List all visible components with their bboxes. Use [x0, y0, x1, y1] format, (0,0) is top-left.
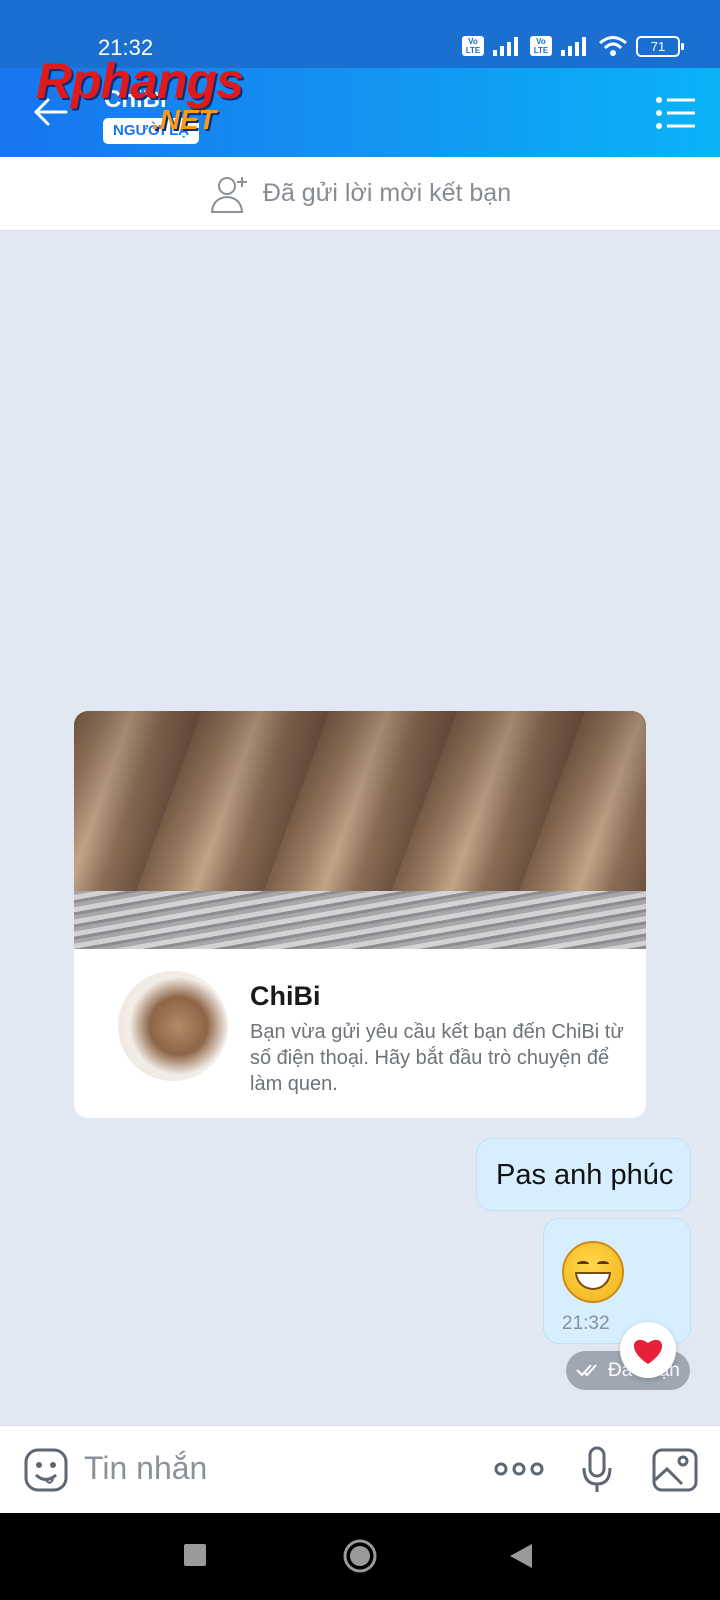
message-text: Pas anh phúc [496, 1159, 674, 1191]
emoji-message-bubble[interactable]: 21:32 [543, 1218, 691, 1344]
volte-icon: Vo LTE [462, 36, 484, 56]
recents-square-icon[interactable] [183, 1543, 207, 1567]
grinning-face-icon [562, 1241, 624, 1303]
message-input[interactable] [84, 1450, 384, 1487]
more-options-icon[interactable] [494, 1460, 544, 1478]
signal-icon-2 [561, 37, 586, 56]
message-time: 21:32 [562, 1313, 610, 1334]
message-bubble[interactable]: Pas anh phúc [476, 1138, 691, 1211]
friend-request-bar: Đã gửi lời mời kết bạn [0, 157, 720, 231]
image-gallery-icon[interactable] [652, 1448, 698, 1492]
heart-reaction-button[interactable] [620, 1322, 676, 1378]
composer-bar [0, 1425, 720, 1513]
friend-request-label: Đã gửi lời mời kết bạn [262, 179, 512, 207]
sticker-icon[interactable] [24, 1448, 68, 1492]
chat-header: 21:32 Vo LTE Vo LTE 71 ChiBi NGƯỜI LẠ Rpha… [0, 0, 720, 157]
menu-list-icon[interactable] [656, 96, 696, 130]
volte-icon-2: Vo LTE [530, 36, 552, 56]
add-user-icon [210, 176, 247, 213]
profile-name: ChiBi [250, 981, 321, 1011]
avatar[interactable] [118, 971, 228, 1081]
watermark-logo-suffix: .NET [152, 104, 216, 135]
double-check-icon [576, 1364, 597, 1377]
home-circle-icon[interactable] [343, 1539, 377, 1573]
back-triangle-icon[interactable] [508, 1542, 534, 1570]
heart-icon [633, 1339, 663, 1364]
battery-icon: 71 [636, 35, 684, 57]
microphone-icon[interactable] [581, 1446, 613, 1494]
signal-icon [493, 37, 518, 56]
wifi-icon [599, 36, 627, 56]
profile-card[interactable]: ChiBi Bạn vừa gửi yêu cầu kết bạn đến Ch… [74, 711, 646, 1118]
profile-description: Bạn vừa gửi yêu cầu kết bạn đến ChiBi từ… [250, 1021, 624, 1095]
cover-photo[interactable] [74, 711, 646, 949]
watermark-logo: Rphangs [36, 53, 244, 109]
system-nav-bar [0, 1513, 720, 1600]
cover-photo-detail [74, 891, 646, 949]
status-icons: Vo LTE Vo LTE 71 [462, 34, 684, 58]
